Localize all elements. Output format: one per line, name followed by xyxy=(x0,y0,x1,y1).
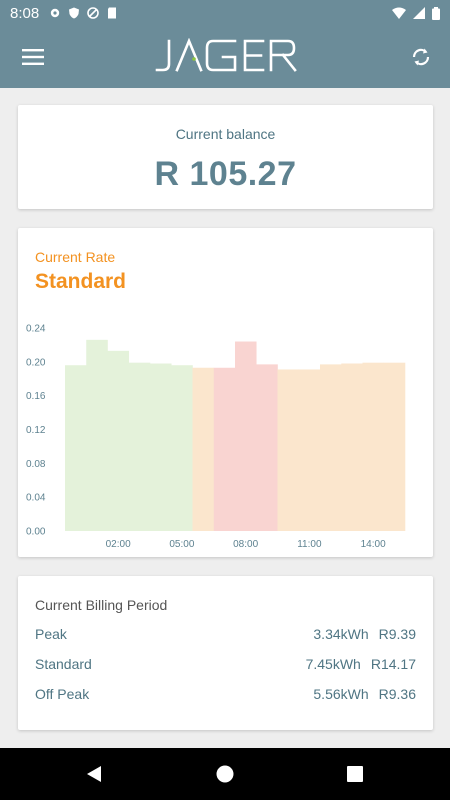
billing-row-name: Off Peak xyxy=(35,686,90,702)
chart-bar-05:00 xyxy=(171,365,193,531)
chart-bar-06:00 xyxy=(192,367,215,531)
wifi-icon xyxy=(392,7,406,19)
billing-row-amount: R9.39 xyxy=(378,626,416,642)
rate-chart: 0.00 0.04 0.08 0.12 0.16 0.20 0.24 02:00 05:00 08… xyxy=(26,324,406,550)
navigation-bar xyxy=(0,748,450,800)
x-tick-label: 05:00 xyxy=(169,539,194,550)
x-tick-label: 11:00 xyxy=(297,539,322,550)
jager-logo xyxy=(155,38,297,72)
sd-card-icon xyxy=(108,7,117,19)
chart-bar-13:00 xyxy=(341,363,363,531)
current-rate-label: Current Rate xyxy=(35,249,116,265)
x-tick-label: 08:00 xyxy=(233,539,258,550)
chart-bar-12:00 xyxy=(320,364,342,531)
shield-icon xyxy=(69,7,80,19)
battery-icon xyxy=(432,6,440,20)
y-tick-label: 0.24 xyxy=(26,324,46,335)
chart-bar-00:00 xyxy=(65,365,87,531)
chart-bar-01:00 xyxy=(86,339,108,531)
billing-row-standard: Standard 7.45kWh R14.17 xyxy=(35,654,416,674)
chart-bar-04:00 xyxy=(150,363,172,531)
y-tick-label: 0.20 xyxy=(26,357,46,368)
current-rate-value: Standard xyxy=(35,270,127,293)
billing-row-amount: R9.36 xyxy=(378,686,416,702)
signal-icon xyxy=(413,7,425,19)
chart-bar-09:00 xyxy=(256,364,278,531)
y-tick-label: 0.08 xyxy=(26,459,46,470)
chart-bar-15:00 xyxy=(383,362,406,531)
balance-card: Current balance R 105.27 xyxy=(18,105,433,209)
x-tick-label: 14:00 xyxy=(361,539,386,550)
balance-label: Current balance xyxy=(175,126,276,142)
chart-bar-10:00 xyxy=(277,369,300,531)
billing-row-amount: R14.17 xyxy=(370,656,416,672)
billing-card: Current Billing Period Peak 3.34kWh R9.3… xyxy=(18,576,433,730)
y-tick-label: 0.00 xyxy=(26,527,46,538)
chart-bar-11:00 xyxy=(298,369,321,531)
billing-row-off-peak: Off Peak 5.56kWh R9.36 xyxy=(35,684,416,704)
back-icon[interactable] xyxy=(84,764,104,784)
status-bar: 8:08 xyxy=(0,0,450,26)
chart-bar-07:00 xyxy=(213,367,236,531)
y-tick-label: 0.12 xyxy=(26,425,46,436)
y-tick-label: 0.16 xyxy=(26,391,46,402)
billing-row-name: Peak xyxy=(35,626,67,642)
hamburger-menu-icon[interactable] xyxy=(20,44,46,70)
status-time: 8:08 xyxy=(10,4,40,22)
x-tick-label: 02:00 xyxy=(106,539,131,550)
recents-icon[interactable] xyxy=(345,764,365,784)
balance-value: R 105.27 xyxy=(154,155,297,193)
no-sync-icon xyxy=(87,7,100,19)
home-icon[interactable] xyxy=(215,764,235,784)
billing-title: Current Billing Period xyxy=(35,597,168,613)
chart-bar-08:00 xyxy=(235,341,257,531)
chart-bar-14:00 xyxy=(362,362,385,531)
app-bar xyxy=(0,26,450,88)
billing-row-kwh: 5.56kWh xyxy=(313,686,369,702)
billing-row-kwh: 7.45kWh xyxy=(305,656,361,672)
rate-card: Current Rate Standard 0.00 0.04 0.08 0.12 0.… xyxy=(18,228,433,557)
y-tick-label: 0.04 xyxy=(26,493,46,504)
chart-bar-03:00 xyxy=(128,362,151,531)
sync-icon[interactable] xyxy=(408,44,434,70)
chart-bar-02:00 xyxy=(107,350,130,531)
billing-row-kwh: 3.34kWh xyxy=(313,626,369,642)
billing-row-peak: Peak 3.34kWh R9.39 xyxy=(35,624,416,644)
billing-row-name: Standard xyxy=(35,656,92,672)
gear-icon xyxy=(51,8,60,18)
